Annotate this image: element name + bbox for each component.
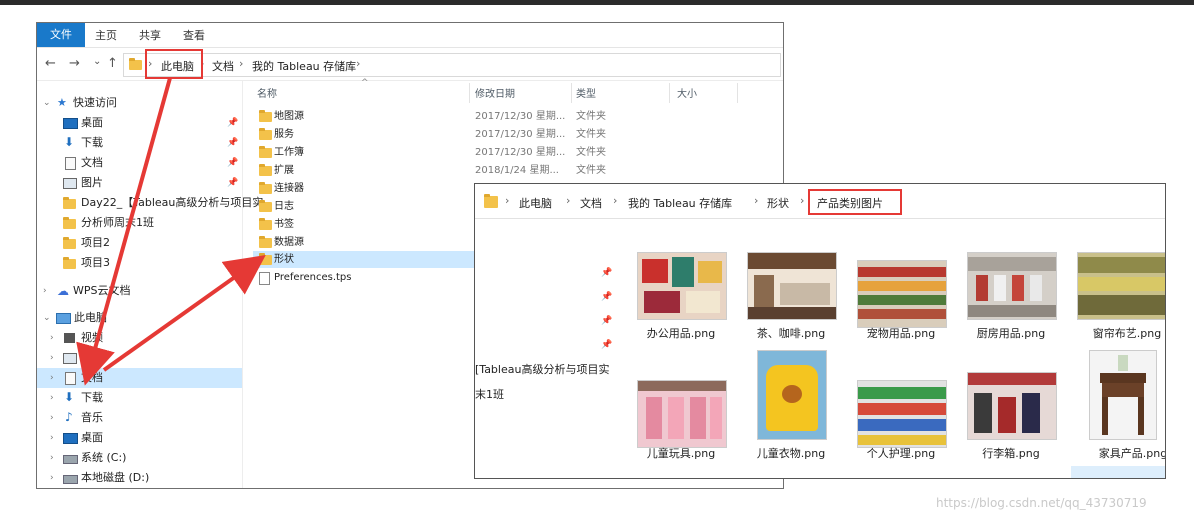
nav-partial-text: 末1班 xyxy=(475,388,504,401)
image-caption: 宠物用品.png xyxy=(866,327,936,340)
thumbnail-curtains[interactable] xyxy=(1077,252,1165,320)
thumbnail-personal-care[interactable] xyxy=(857,380,947,448)
image-caption: 行李箱.png xyxy=(982,447,1040,460)
breadcrumb-tableau-repo[interactable]: 我的 Tableau 存储库 xyxy=(628,195,732,211)
highlight-product-images xyxy=(808,189,902,215)
product-images-window: › 此电脑 › 文档 › 我的 Tableau 存储库 › 形状 › 产品类别图… xyxy=(474,183,1166,479)
arrow-to-shapes xyxy=(102,255,266,372)
folder-icon xyxy=(484,194,498,208)
image-caption: 茶、咖啡.png xyxy=(756,327,826,340)
image-caption: 个人护理.png xyxy=(866,447,936,460)
thumbnail-kitchen-supplies[interactable] xyxy=(967,252,1057,320)
image-caption: 办公用品.png xyxy=(646,327,716,340)
image-caption: 儿童玩具.png xyxy=(646,447,716,460)
pin-icon: 📌 xyxy=(601,292,613,302)
thumbnail-pet-supplies[interactable] xyxy=(857,260,947,328)
thumbnail-luggage[interactable] xyxy=(967,372,1057,440)
breadcrumb-separator: › xyxy=(800,194,805,207)
image-caption: 儿童衣物.png xyxy=(756,447,826,460)
breadcrumb-documents[interactable]: 文档 xyxy=(580,195,602,211)
thumbnail-kids-toys[interactable] xyxy=(637,380,727,448)
image-caption: 家具产品.png xyxy=(1098,447,1166,460)
thumbnail-furniture[interactable] xyxy=(1089,350,1157,440)
image-caption: 厨房用品.png xyxy=(976,327,1046,340)
breadcrumb-separator: › xyxy=(505,194,510,207)
breadcrumb-this-pc[interactable]: 此电脑 xyxy=(519,195,552,211)
watermark-text: https://blog.csdn.net/qq_43730719 xyxy=(936,496,1147,510)
breadcrumb-separator: › xyxy=(566,194,571,207)
selection-strip xyxy=(1071,466,1165,478)
address-bar-2[interactable]: › 此电脑 › 文档 › 我的 Tableau 存储库 › 形状 › 产品类别图… xyxy=(475,184,1165,219)
nav-partial-text: [Tableau高级分析与项目实 xyxy=(475,363,610,376)
pin-icon: 📌 xyxy=(601,268,613,278)
pin-icon: 📌 xyxy=(601,316,613,326)
pin-icon: 📌 xyxy=(601,340,613,350)
image-caption: 窗帘布艺.png xyxy=(1092,327,1162,340)
thumbnail-office-supplies[interactable] xyxy=(637,252,727,320)
breadcrumb-shapes[interactable]: 形状 xyxy=(767,195,789,211)
breadcrumb-separator: › xyxy=(613,194,618,207)
breadcrumb-separator: › xyxy=(754,194,759,207)
thumbnail-tea-coffee[interactable] xyxy=(747,252,837,320)
thumbnail-kids-clothing[interactable] xyxy=(757,350,827,440)
